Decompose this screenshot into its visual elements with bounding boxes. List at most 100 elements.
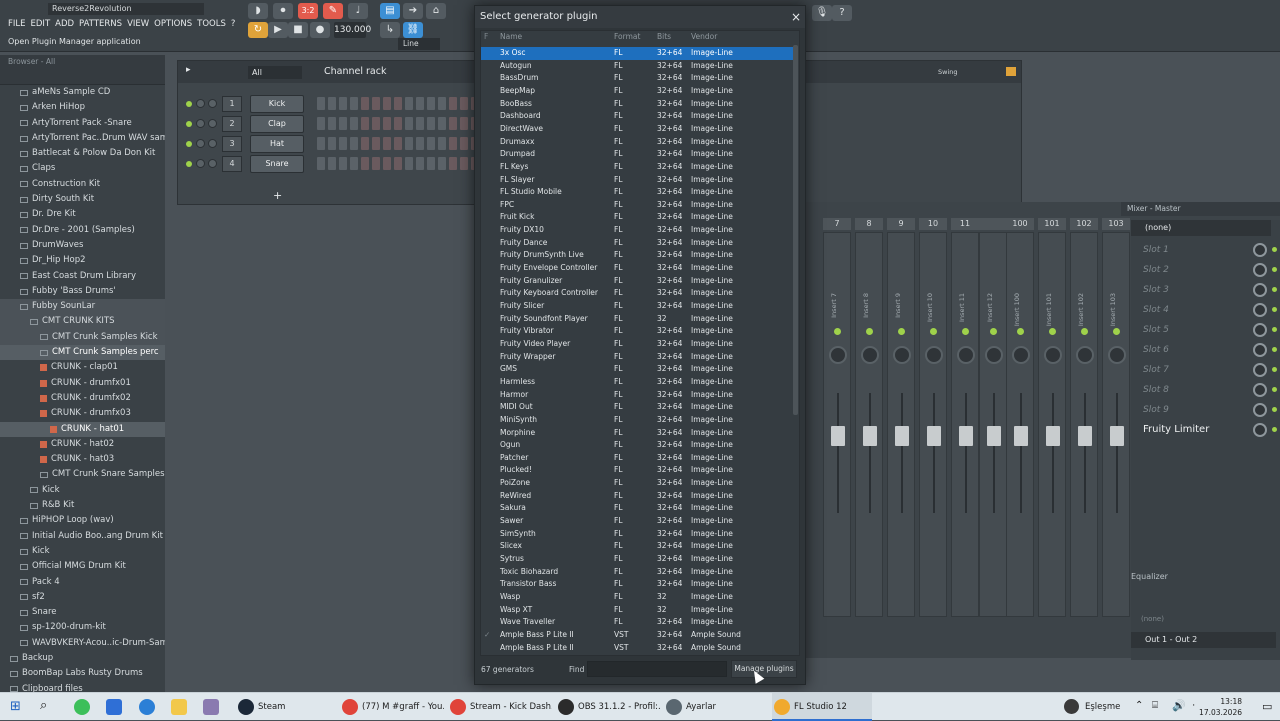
tray-clock[interactable]: 13:18 17.03.2026 [1199, 696, 1242, 718]
audio-icon[interactable]: ◗ [248, 3, 268, 19]
step-button[interactable] [361, 97, 369, 110]
menu-item[interactable]: ADD [55, 16, 74, 32]
column-format[interactable]: Format [614, 31, 640, 43]
browser-item[interactable]: Backup [0, 651, 165, 666]
slot-mix-knob[interactable] [1253, 423, 1267, 437]
browser-item[interactable]: CRUNK - hat03 [0, 452, 165, 467]
slot-mix-knob[interactable] [1253, 303, 1267, 317]
plugin-row[interactable]: Fruity Soundfont Player FL 32 Image-Line [481, 313, 793, 326]
stop-icon[interactable]: ■ [288, 22, 308, 38]
step-button[interactable] [449, 97, 457, 110]
volume-knob[interactable] [208, 99, 217, 108]
slot-enable-led[interactable] [1272, 327, 1277, 332]
insert-fader-handle[interactable] [831, 426, 845, 446]
browser-item[interactable]: sp-1200-drum-kit [0, 620, 165, 635]
plugin-row[interactable]: Patcher FL 32+64 Image-Line [481, 452, 793, 465]
taskbar-app[interactable]: Stream - Kick Dash... [448, 693, 552, 721]
slot-enable-led[interactable] [1272, 267, 1277, 272]
plugin-row[interactable]: FL Slayer FL 32+64 Image-Line [481, 174, 793, 187]
browser-item[interactable]: DrumWaves [0, 238, 165, 253]
step-button[interactable] [350, 117, 358, 130]
record-icon[interactable]: ● [310, 22, 330, 38]
browser-item[interactable]: BoomBap Labs Rusty Drums [0, 666, 165, 681]
insert-pan-knob[interactable] [893, 346, 911, 364]
volume-knob[interactable] [208, 159, 217, 168]
step-button[interactable] [339, 117, 347, 130]
insert-enable-led[interactable] [1081, 328, 1088, 335]
play-icon[interactable]: ▶ [268, 22, 288, 38]
plugin-row[interactable]: Drumaxx FL 32+64 Image-Line [481, 136, 793, 149]
ime-icon[interactable]: ᐧ [1192, 699, 1195, 712]
step-button[interactable] [405, 97, 413, 110]
slot-enable-led[interactable] [1272, 427, 1277, 432]
mixer-insert[interactable]: Insert 102 [1070, 232, 1098, 617]
step-button[interactable] [460, 157, 468, 170]
step-button[interactable] [328, 137, 336, 150]
taskbar-app[interactable]: Steam [236, 693, 336, 721]
step-button[interactable] [394, 117, 402, 130]
browser-item[interactable]: Kick [0, 483, 165, 498]
check-icon[interactable]: ✓ [484, 629, 496, 642]
network-icon[interactable]: ⌸ [1152, 700, 1158, 711]
step-button[interactable] [361, 137, 369, 150]
menu-item[interactable]: TOOLS [197, 16, 226, 32]
tray-pairing-label[interactable]: Eşleşme [1085, 693, 1120, 721]
plugin-row[interactable]: Fruity Video Player FL 32+64 Image-Line [481, 338, 793, 351]
channel-number[interactable]: 2 [222, 116, 242, 132]
slot-mix-knob[interactable] [1253, 383, 1267, 397]
insert-enable-led[interactable] [834, 328, 841, 335]
effect-slot[interactable]: Slot 8 [1131, 380, 1279, 400]
volume-icon[interactable]: 🔊 [1172, 699, 1186, 712]
step-button[interactable] [328, 157, 336, 170]
insert-fader-handle[interactable] [1110, 426, 1124, 446]
step-button[interactable] [317, 137, 325, 150]
column-vendor[interactable]: Vendor [691, 31, 717, 43]
insert-enable-led[interactable] [866, 328, 873, 335]
insert-pan-knob[interactable] [829, 346, 847, 364]
slot-mix-knob[interactable] [1253, 283, 1267, 297]
plugin-row[interactable]: Sawer FL 32+64 Image-Line [481, 515, 793, 528]
plugin-row[interactable]: Sakura FL 32+64 Image-Line [481, 502, 793, 515]
browser-item[interactable]: CRUNK - hat02 [0, 437, 165, 452]
plugin-row[interactable]: Fruity Dance FL 32+64 Image-Line [481, 237, 793, 250]
plugin-row[interactable]: Fruity Granulizer FL 32+64 Image-Line [481, 275, 793, 288]
browser-item[interactable]: CRUNK - drumfx02 [0, 391, 165, 406]
insert-pan-knob[interactable] [861, 346, 879, 364]
effect-slot[interactable]: Slot 5 [1131, 320, 1279, 340]
help-icon[interactable]: ? [832, 5, 852, 21]
slot-enable-led[interactable] [1272, 387, 1277, 392]
plugin-row[interactable]: Autogun FL 32+64 Image-Line [481, 60, 793, 73]
browser-item[interactable]: CRUNK - clap01 [0, 360, 165, 375]
plugin-row[interactable]: Slicex FL 32+64 Image-Line [481, 540, 793, 553]
manage-plugins-button[interactable]: Manage plugins [731, 660, 797, 678]
step-button[interactable] [339, 137, 347, 150]
plugin-row[interactable]: Fruity Vibrator FL 32+64 Image-Line [481, 325, 793, 338]
plugin-row[interactable]: Wave Traveller FL 32+64 Image-Line [481, 616, 793, 629]
insert-enable-led[interactable] [930, 328, 937, 335]
grid-icon[interactable] [1006, 67, 1016, 76]
menu-item[interactable]: PATTERNS [79, 16, 122, 32]
plugin-row[interactable]: Fruit Kick FL 32+64 Image-Line [481, 211, 793, 224]
pan-knob[interactable] [196, 99, 205, 108]
metronome-icon[interactable]: ♩ [348, 3, 368, 19]
step-button[interactable] [405, 157, 413, 170]
step-button[interactable] [460, 137, 468, 150]
insert-pan-knob[interactable] [925, 346, 943, 364]
plugin-row[interactable]: FL Keys FL 32+64 Image-Line [481, 161, 793, 174]
browser-item[interactable]: aMeNs Sample CD [0, 85, 165, 100]
plugin-row[interactable]: Plucked! FL 32+64 Image-Line [481, 464, 793, 477]
slot-mix-knob[interactable] [1253, 323, 1267, 337]
channel-number[interactable]: 4 [222, 156, 242, 172]
step-button[interactable] [394, 97, 402, 110]
mixer-insert[interactable]: Insert 101 [1038, 232, 1066, 617]
step-button[interactable] [383, 97, 391, 110]
effect-slot[interactable]: Slot 6 [1131, 340, 1279, 360]
step-button[interactable] [427, 137, 435, 150]
step-button[interactable] [449, 117, 457, 130]
step-button[interactable] [372, 137, 380, 150]
effect-slot[interactable]: Slot 1 [1131, 240, 1279, 260]
plugin-row[interactable]: Ample Bass P Lite II VST 32+64 Ample Sound [481, 642, 793, 655]
add-channel-button[interactable]: + [273, 189, 282, 202]
browser-item[interactable]: CMT CRUNK KITS [0, 314, 165, 330]
browser-item[interactable]: R&B Kit [0, 498, 165, 513]
